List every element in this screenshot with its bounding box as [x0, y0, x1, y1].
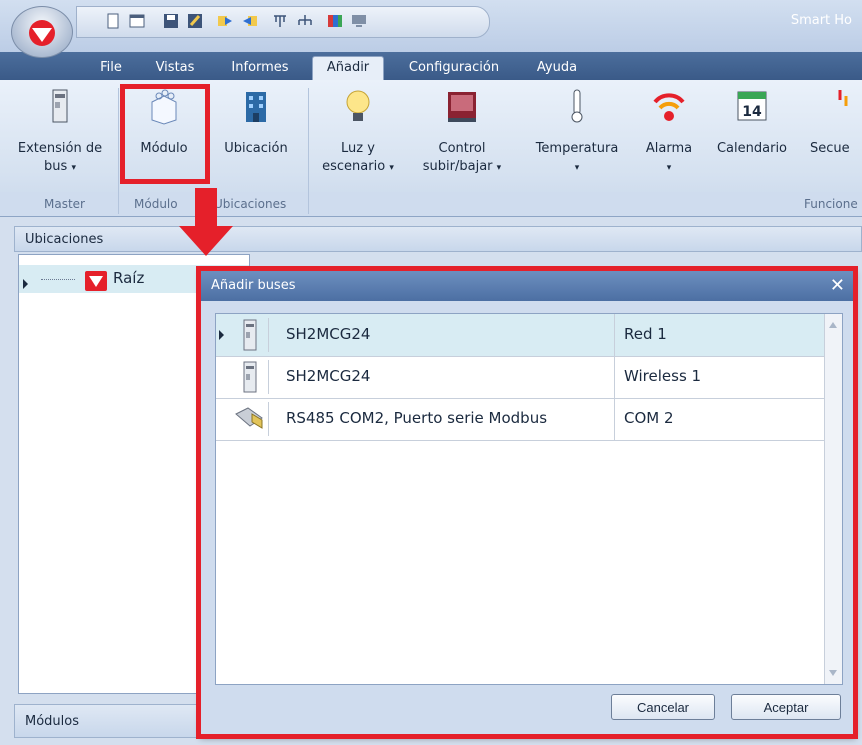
building-icon [246, 92, 266, 122]
quick-access-toolbar [76, 6, 490, 38]
annotation-arrow [195, 188, 217, 228]
annotation-highlight-dialog [196, 266, 858, 739]
sequence-icon [838, 90, 848, 106]
alarma-button[interactable]: Alarma ▾ [638, 86, 700, 177]
calendar-icon: 14 [737, 91, 767, 121]
extension-label: Extensión de [17, 141, 103, 156]
alarma-label: Alarma [645, 141, 693, 156]
row-selector-icon [23, 279, 28, 289]
modulos-panel-title: Módulos [14, 704, 214, 738]
tab-anadir[interactable]: Añadir [312, 56, 384, 81]
tab-informes[interactable]: Informes [224, 57, 296, 79]
dropdown-arrow-icon: ▾ [71, 163, 76, 173]
group-separator [118, 88, 119, 214]
control-label: Control [438, 141, 486, 156]
new-file-icon[interactable] [105, 13, 121, 29]
save-icon[interactable] [163, 13, 179, 29]
monitor-icon[interactable] [351, 13, 367, 29]
brand-logo-icon [85, 271, 107, 291]
title-bar: Smart Ho [0, 0, 862, 58]
alarm-signal-icon [653, 93, 685, 121]
calendario-button[interactable]: 14 Calendario [704, 86, 800, 158]
edit-icon[interactable] [187, 13, 203, 29]
tree-node-label: Raíz [113, 269, 145, 287]
group-label-modulo: Módulo [134, 197, 178, 211]
bus-extension-icon [52, 89, 68, 123]
calendario-label: Calendario [716, 141, 788, 156]
control-subir-bajar-button[interactable]: Control subir/bajar ▾ [412, 86, 512, 177]
luz-escenario-button[interactable]: Luz y escenario ▾ [318, 86, 398, 177]
palette-icon[interactable] [327, 13, 343, 29]
dropdown-arrow-icon: ▾ [666, 163, 672, 173]
ubicaciones-panel-title: Ubicaciones [14, 226, 862, 252]
dropdown-arrow-icon: ▾ [574, 163, 580, 173]
annotation-arrow-head [179, 226, 233, 256]
window-icon[interactable] [129, 13, 145, 29]
brand-logo-icon [29, 20, 55, 46]
ubicacion-label: Ubicación [224, 141, 288, 156]
tree-icon[interactable] [272, 13, 288, 29]
network-icon[interactable] [297, 13, 313, 29]
annotation-highlight-modulo [120, 84, 210, 184]
luz-label: Luz y [341, 141, 375, 156]
group-label-funciones: Funcione [804, 197, 858, 211]
export-icon[interactable] [242, 13, 258, 29]
light-bulb-icon [346, 90, 370, 121]
extension-label-2: bus [44, 159, 68, 174]
group-separator [308, 88, 309, 214]
tree-connector [41, 279, 75, 281]
dropdown-arrow-icon: ▾ [389, 163, 394, 173]
tab-ayuda[interactable]: Ayuda [530, 57, 584, 79]
thermometer-icon [571, 89, 583, 123]
app-title: Smart Ho [790, 13, 852, 28]
group-label-master: Master [44, 197, 85, 211]
calendar-day: 14 [742, 104, 762, 120]
dropdown-arrow-icon: ▾ [496, 163, 502, 173]
ubicacion-button[interactable]: Ubicación [216, 86, 296, 158]
application-menu-button[interactable] [11, 6, 73, 58]
blinds-icon [448, 92, 476, 122]
extension-de-bus-button[interactable]: Extensión de bus ▾ [10, 86, 110, 177]
temperatura-label: Temperatura [535, 141, 619, 156]
luz-label-2: escenario [322, 159, 386, 174]
ribbon-group-strip [0, 192, 862, 216]
menu-tabs: File Vistas Informes Añadir Configuració… [0, 52, 862, 81]
import-icon[interactable] [217, 13, 233, 29]
secuencia-button[interactable]: Secue [810, 86, 862, 158]
tab-configuracion[interactable]: Configuración [396, 57, 512, 79]
tab-vistas[interactable]: Vistas [148, 57, 202, 79]
tab-file[interactable]: File [96, 57, 126, 79]
control-label-2: subir/bajar [422, 159, 493, 174]
secuencia-label: Secue [810, 141, 850, 156]
group-label-ubicaciones: Ubicaciones [214, 197, 287, 211]
temperatura-button[interactable]: Temperatura ▾ [528, 86, 626, 177]
